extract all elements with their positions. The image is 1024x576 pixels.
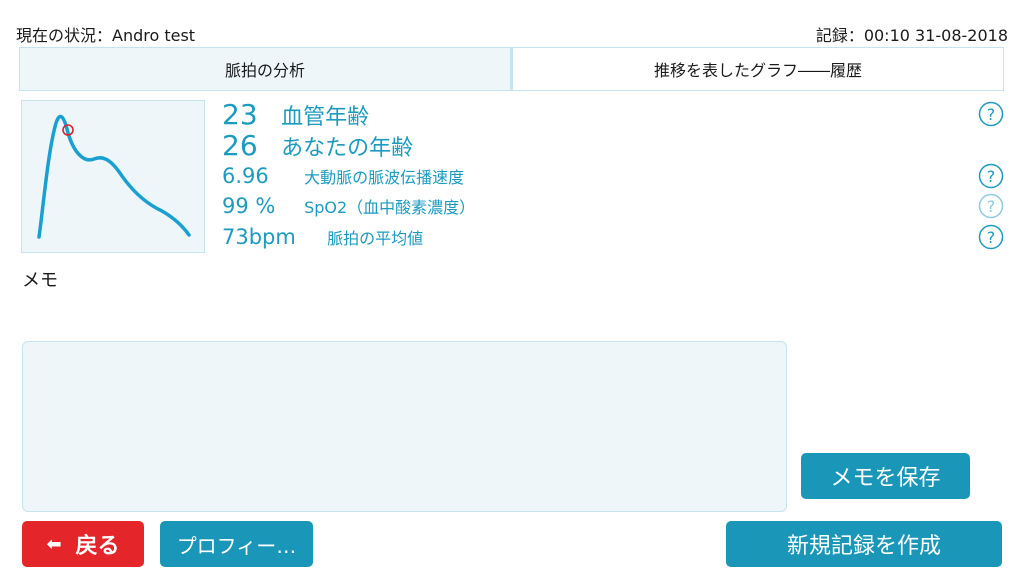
metric-vascular-age: 23 血管年齢 bbox=[222, 98, 369, 131]
svg-text:?: ? bbox=[987, 197, 996, 216]
current-status: 現在の状況：Andro test bbox=[16, 26, 196, 45]
help-icon[interactable]: ? bbox=[978, 193, 1004, 219]
left-arrow-icon: ⬅ bbox=[46, 533, 62, 555]
svg-text:?: ? bbox=[987, 167, 996, 186]
svg-text:?: ? bbox=[987, 105, 996, 124]
your-age-value: 26 bbox=[222, 129, 258, 162]
pwv-value: 6.96 bbox=[222, 164, 269, 188]
pulse-wave-chart bbox=[37, 114, 191, 239]
save-memo-button[interactable]: メモを保存 bbox=[801, 453, 970, 499]
tab-bar: 脈拍の分析 推移を表したグラフ――履歴 bbox=[19, 47, 1004, 91]
pulse-value: 73bpm bbox=[222, 225, 296, 249]
help-icon[interactable]: ? bbox=[978, 101, 1004, 127]
new-record-button[interactable]: 新規記録を作成 bbox=[726, 521, 1002, 567]
pulse-wave-line bbox=[37, 114, 191, 239]
help-icon[interactable]: ? bbox=[978, 163, 1004, 189]
svg-text:?: ? bbox=[987, 228, 996, 247]
metric-pwv: 6.96 大動脈の脈波伝播速度 bbox=[222, 164, 464, 188]
pulse-wave-graph bbox=[21, 100, 205, 253]
help-icon[interactable]: ? bbox=[978, 224, 1004, 250]
tab-history-graph[interactable]: 推移を表したグラフ――履歴 bbox=[511, 47, 1004, 91]
pwv-label: 大動脈の脈波伝播速度 bbox=[304, 168, 465, 187]
back-button-label: 戻る bbox=[75, 534, 120, 559]
pulse-label: 脈拍の平均値 bbox=[327, 229, 424, 248]
spo2-value: 99 % bbox=[222, 194, 276, 218]
spo2-label: SpO2（血中酸素濃度） bbox=[304, 198, 476, 217]
vascular-age-value: 23 bbox=[222, 98, 258, 131]
your-age-label: あなたの年齢 bbox=[281, 136, 414, 161]
profile-button[interactable]: プロフィー… bbox=[160, 521, 313, 567]
metric-your-age: 26 あなたの年齢 bbox=[222, 129, 413, 162]
tab-pulse-analysis[interactable]: 脈拍の分析 bbox=[19, 47, 511, 91]
record-timestamp: 記録：00:10 31-08-2018 bbox=[815, 26, 1008, 45]
memo-label: メモ bbox=[22, 270, 58, 291]
memo-textarea[interactable] bbox=[22, 341, 787, 512]
metric-spo2: 99 % SpO2（血中酸素濃度） bbox=[222, 194, 475, 218]
metric-pulse: 73bpm 脈拍の平均値 bbox=[222, 225, 423, 249]
back-button[interactable]: ⬅ 戻る bbox=[22, 521, 144, 567]
vascular-age-label: 血管年齢 bbox=[281, 105, 370, 130]
